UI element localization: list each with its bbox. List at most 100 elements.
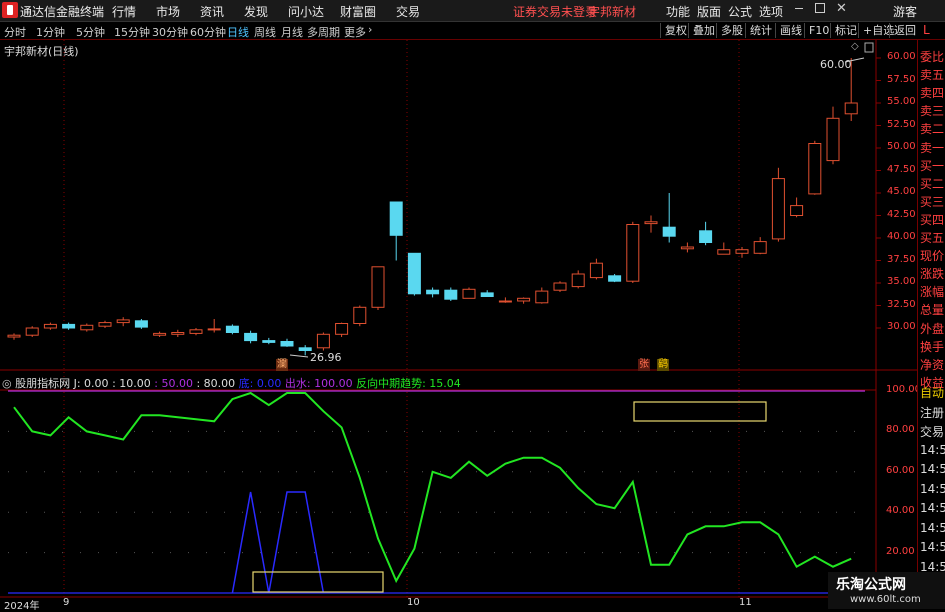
candle-body bbox=[589, 262, 603, 279]
blue-spike-line bbox=[231, 491, 325, 594]
chart-canvas: ◇ bbox=[0, 40, 917, 600]
right-item[interactable]: 现价 bbox=[920, 247, 944, 264]
candle-body bbox=[207, 328, 221, 331]
candle-body bbox=[189, 329, 203, 334]
candle-body bbox=[808, 143, 822, 195]
right-indicator-item[interactable]: 交易 bbox=[920, 423, 944, 440]
indicator-p80: : 80.00 bbox=[196, 377, 236, 390]
right-item[interactable]: 买四 bbox=[920, 211, 944, 228]
indicator-tick-label: 40.00 bbox=[886, 505, 915, 517]
indicator-name[interactable]: 股朋指标网 bbox=[15, 377, 70, 390]
indicator-tick-label: 20.00 bbox=[886, 545, 915, 557]
diamond-icon[interactable]: ◇ bbox=[851, 41, 859, 52]
right-item[interactable]: 外盘 bbox=[920, 320, 944, 337]
right-item[interactable]: 买三 bbox=[920, 193, 944, 210]
right-item[interactable]: 换手 bbox=[920, 338, 944, 355]
marker-yao[interactable]: 鹞 bbox=[657, 359, 669, 371]
candle-body bbox=[699, 230, 713, 244]
right-indicator-item[interactable]: 14:56 bbox=[920, 521, 945, 535]
right-item[interactable]: 买一 bbox=[920, 157, 944, 174]
candle-body bbox=[753, 241, 767, 254]
candle-body bbox=[25, 327, 39, 336]
price-tick-label: 55.00 bbox=[887, 96, 916, 107]
price-tick-label: 52.50 bbox=[887, 118, 916, 130]
candle-body bbox=[608, 275, 622, 282]
candle-body bbox=[225, 325, 239, 334]
marker-lan[interactable]: 瀾 bbox=[276, 359, 288, 371]
candle-body bbox=[444, 289, 458, 300]
right-indicator-item[interactable]: 14:56 bbox=[920, 482, 945, 496]
date-year: 2024年 bbox=[4, 601, 40, 612]
candle-body bbox=[771, 178, 785, 240]
candle-body bbox=[62, 323, 76, 329]
price-tick-label: 37.50 bbox=[887, 253, 916, 265]
candle-body bbox=[644, 221, 658, 225]
right-item[interactable]: 涨跌 bbox=[920, 265, 944, 282]
candle-body bbox=[134, 320, 148, 328]
indicator-tick-label: 80.00 bbox=[886, 424, 915, 436]
date-sep: 9 bbox=[63, 597, 70, 608]
candle-body bbox=[626, 224, 640, 282]
right-item[interactable]: 涨幅 bbox=[920, 283, 944, 300]
indicator-tick-label: 60.00 bbox=[886, 464, 915, 476]
right-item[interactable]: 卖五 bbox=[920, 66, 944, 83]
candle-body bbox=[244, 332, 258, 342]
candle-body bbox=[335, 323, 349, 335]
right-indicator-item[interactable]: 14:56 bbox=[920, 501, 945, 515]
marker-zhang[interactable]: 张 bbox=[638, 359, 650, 371]
indicator-chushui: 出水: 100.00 bbox=[284, 377, 353, 390]
candle-body bbox=[153, 332, 167, 336]
indicator-grid bbox=[8, 430, 865, 554]
candle-body bbox=[844, 102, 858, 115]
right-indicator-item[interactable]: 14:56 bbox=[920, 540, 945, 554]
candle-body bbox=[735, 249, 749, 254]
right-indicator-item[interactable]: 14:56 bbox=[920, 443, 945, 457]
right-item[interactable]: 委比 bbox=[920, 48, 944, 65]
candle-body bbox=[407, 252, 421, 295]
highlight-box-top bbox=[633, 401, 767, 422]
right-item[interactable]: 买二 bbox=[920, 175, 944, 192]
right-indicator-item[interactable]: 14:56 bbox=[920, 462, 945, 476]
right-item[interactable]: 总量 bbox=[920, 301, 944, 318]
price-tick-label: 47.50 bbox=[887, 163, 916, 175]
watermark-url: www.60lt.com bbox=[850, 594, 921, 605]
price-tick-label: 50.00 bbox=[887, 141, 916, 152]
candle-body bbox=[717, 249, 731, 255]
price-tick-label: 57.50 bbox=[887, 73, 916, 85]
max-price-label: 60.00 bbox=[820, 58, 852, 71]
candle-body bbox=[571, 273, 585, 288]
indicator-tick-label: 100.00 bbox=[886, 384, 921, 395]
candle-body bbox=[98, 322, 112, 327]
price-tick-label: 45.00 bbox=[887, 186, 916, 197]
candle-body bbox=[517, 297, 531, 302]
indicator-trend: 反向中期趋势: 15.04 bbox=[356, 377, 461, 390]
right-indicator-item[interactable]: 自动 bbox=[920, 384, 944, 401]
right-item[interactable]: 卖三 bbox=[920, 102, 944, 119]
price-tick-label: 35.00 bbox=[887, 276, 916, 287]
candle-body bbox=[116, 319, 130, 324]
watermark-title: 乐淘公式网 bbox=[836, 577, 906, 593]
candle-body bbox=[353, 306, 367, 324]
candle-body bbox=[171, 332, 185, 335]
right-item[interactable]: 卖二 bbox=[920, 120, 944, 137]
kline-candles bbox=[7, 58, 858, 356]
indicator-p50: : 50.00 bbox=[154, 377, 193, 390]
right-item[interactable]: 卖四 bbox=[920, 84, 944, 101]
right-indicator-item[interactable]: 注册 bbox=[920, 404, 944, 421]
candle-body bbox=[462, 288, 476, 299]
panel-toggle-icon[interactable] bbox=[864, 42, 874, 53]
right-item[interactable]: 净资 bbox=[920, 356, 944, 373]
candle-body bbox=[80, 324, 94, 331]
settings-dot-icon[interactable]: ◎ bbox=[2, 377, 12, 390]
candle-body bbox=[371, 266, 385, 308]
candle-body bbox=[426, 289, 440, 295]
price-tick-label: 42.50 bbox=[887, 208, 916, 220]
candle-body bbox=[498, 300, 512, 303]
candle-body bbox=[389, 201, 403, 236]
candle-body bbox=[480, 292, 494, 297]
right-item[interactable]: 买五 bbox=[920, 229, 944, 246]
price-tick-label: 32.50 bbox=[887, 298, 916, 310]
indicator-legend: ◎ 股朋指标网 J: 0.00 : 10.00 : 50.00 : 80.00 … bbox=[2, 375, 461, 391]
right-item[interactable]: 卖一 bbox=[920, 139, 944, 156]
price-tick-label: 30.00 bbox=[887, 321, 916, 332]
